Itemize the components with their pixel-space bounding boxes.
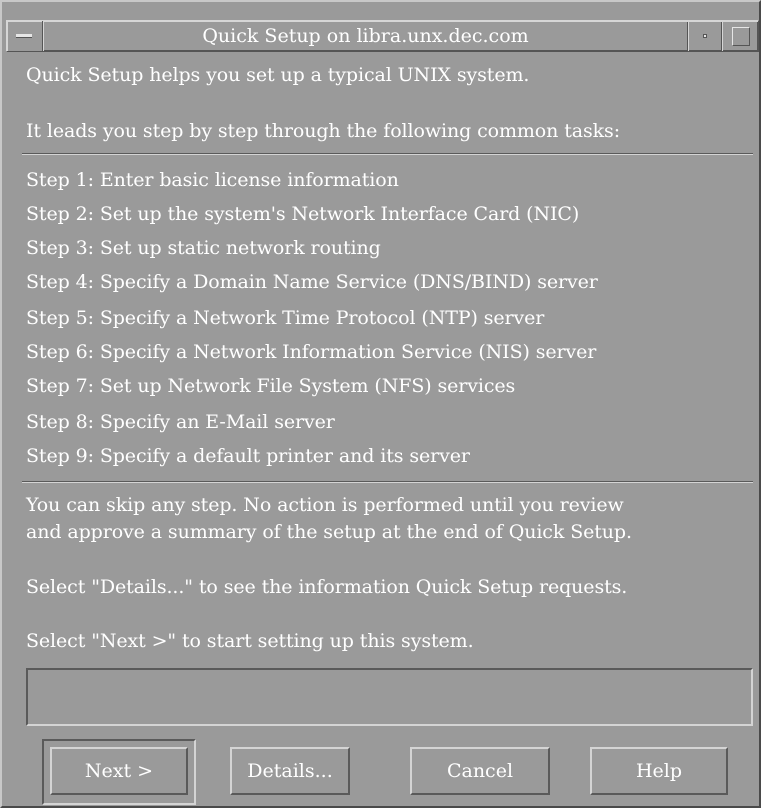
skip-note-line2: and approve a summary of the setup at th… [26,521,632,543]
details-hint: Select "Details..." to see the informati… [26,576,628,598]
separator-top [22,153,753,155]
next-button[interactable]: Next > [50,747,188,795]
step-item: Step 5: Specify a Network Time Protocol … [26,307,545,329]
minimize-icon[interactable] [688,21,722,51]
step-item: Step 7: Set up Network File System (NFS)… [26,375,516,397]
help-button[interactable]: Help [590,747,728,795]
skip-note-line1: You can skip any step. No action is perf… [26,494,624,516]
window-menu-icon[interactable] [7,21,43,51]
step-item: Step 6: Specify a Network Information Se… [26,341,597,363]
step-item: Step 3: Set up static network routing [26,237,381,259]
window-title: Quick Setup on libra.unx.dec.com [43,21,688,51]
step-item: Step 8: Specify an E-Mail server [26,411,335,433]
next-hint: Select "Next >" to start setting up this… [26,630,474,652]
step-item: Step 1: Enter basic license information [26,169,399,191]
step-item: Step 2: Set up the system's Network Inte… [26,203,580,225]
cancel-button[interactable]: Cancel [410,747,550,795]
maximize-icon[interactable] [722,21,758,51]
step-item: Step 4: Specify a Domain Name Service (D… [26,271,598,293]
intro-text: Quick Setup helps you set up a typical U… [26,64,530,86]
title-bar[interactable]: Quick Setup on libra.unx.dec.com [6,20,759,52]
separator-bottom [22,481,753,483]
quick-setup-window: Quick Setup on libra.unx.dec.com Quick S… [0,0,761,808]
details-button[interactable]: Details... [230,747,350,795]
step-item: Step 9: Specify a default printer and it… [26,445,470,467]
intro-text-2: It leads you step by step through the fo… [26,120,621,142]
status-message-area [26,668,753,726]
